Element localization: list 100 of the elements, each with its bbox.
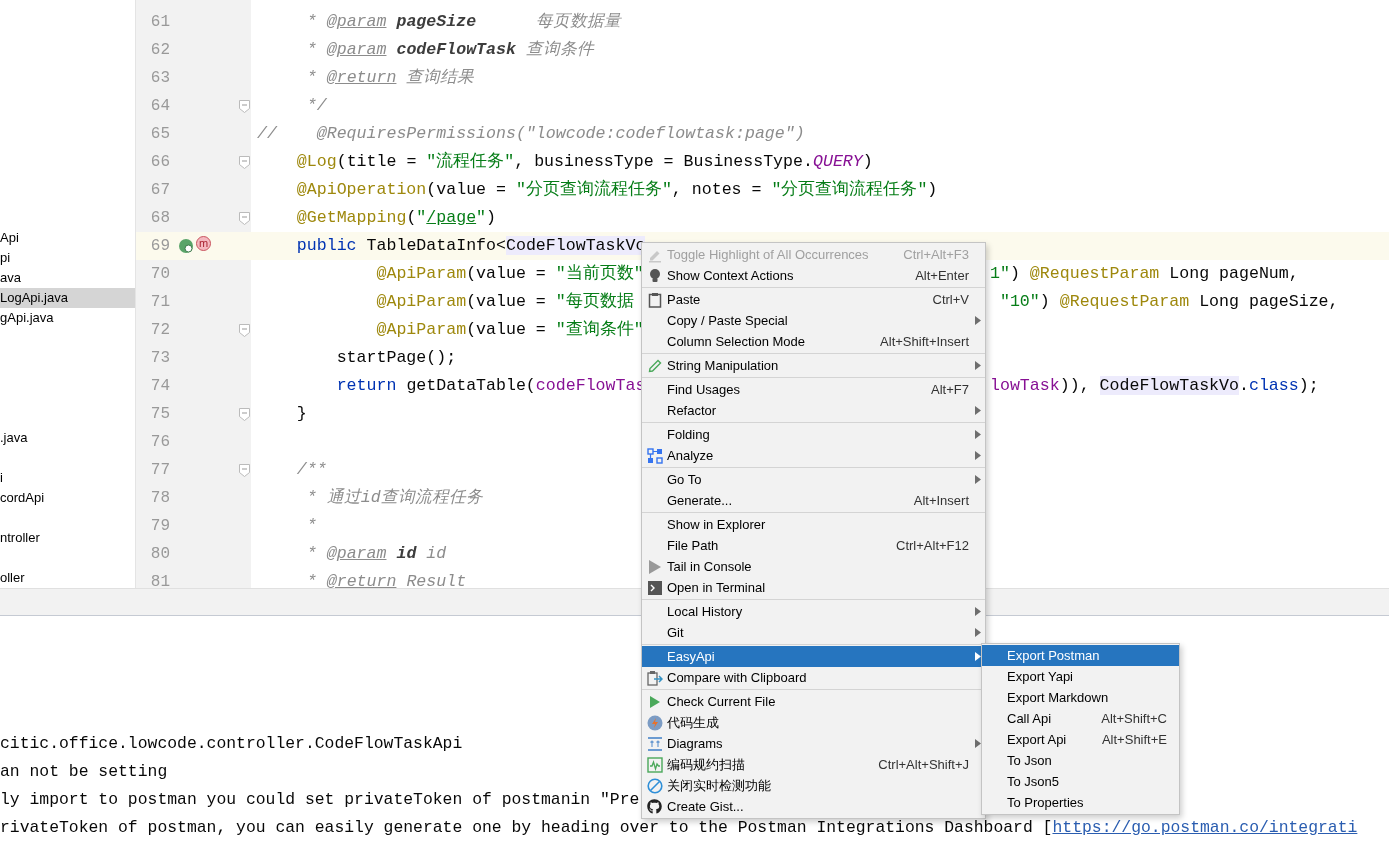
code-line: lowTask)), CodeFlowTaskVo.class); bbox=[990, 375, 1319, 397]
fold-icon[interactable] bbox=[239, 323, 250, 337]
menu-item[interactable]: Git bbox=[642, 622, 985, 643]
console-line: ly import to postman you could set privateToken of postmanin "Pre bbox=[0, 790, 640, 809]
fold-icon[interactable] bbox=[239, 463, 250, 477]
menu-item[interactable]: Export Yapi bbox=[982, 666, 1179, 687]
line-number: 69 bbox=[149, 236, 170, 257]
console-line: rivateToken of postman, you can easily generate one by heading over to the Postman Integrations Dashboard [https://go.postman.co/integrati bbox=[0, 818, 1358, 837]
menu-item[interactable]: Export Markdown bbox=[982, 687, 1179, 708]
menu-item[interactable]: Copy / Paste Special bbox=[642, 310, 985, 331]
caret-icon bbox=[975, 316, 981, 325]
console-line: an not be setting bbox=[0, 762, 168, 781]
menu-item[interactable]: Show in Explorer bbox=[642, 514, 985, 535]
caret-icon bbox=[975, 361, 981, 370]
file-tree-item[interactable]: Api bbox=[0, 228, 135, 248]
shortcut-label: Ctrl+Alt+F12 bbox=[896, 538, 969, 553]
code-line: "10") @RequestParam Long pageSize, bbox=[998, 291, 1339, 313]
code-line: startPage(); bbox=[335, 347, 457, 369]
menu-item[interactable]: Open in Terminal bbox=[642, 577, 985, 598]
code-line: * 通过id查询流程任务 bbox=[305, 487, 483, 509]
menu-item[interactable]: Go To bbox=[642, 469, 985, 490]
code-line: @ApiParam(value = "当前页数" bbox=[375, 263, 644, 285]
menu-item[interactable]: 关闭实时检测功能 bbox=[642, 775, 985, 796]
shortcut-label: Ctrl+V bbox=[932, 292, 969, 307]
implementation-icon[interactable] bbox=[178, 238, 194, 254]
menu-item[interactable]: File Path Ctrl+Alt+F12 bbox=[642, 535, 985, 556]
file-tree-item[interactable]: i bbox=[0, 468, 135, 488]
line-number: 72 bbox=[149, 320, 170, 341]
squares-icon bbox=[646, 447, 663, 464]
menu-item[interactable]: To Json5 bbox=[982, 771, 1179, 792]
menu-item[interactable]: Folding bbox=[642, 424, 985, 445]
line-number: 68 bbox=[149, 208, 170, 229]
file-tree-item[interactable]: ava bbox=[0, 268, 135, 288]
line-number: 79 bbox=[149, 516, 170, 537]
menu-item[interactable]: Paste Ctrl+V bbox=[642, 289, 985, 310]
code-line: * @return 查询结果 bbox=[305, 67, 475, 89]
play-icon bbox=[647, 558, 662, 575]
line-number: 80 bbox=[149, 544, 170, 565]
menu-item[interactable]: Call Api Alt+Shift+C bbox=[982, 708, 1179, 729]
line-number: 78 bbox=[149, 488, 170, 509]
menu-item[interactable]: Local History bbox=[642, 601, 985, 622]
file-tree-item[interactable]: oller bbox=[0, 568, 135, 588]
menu-item[interactable]: Create Gist... bbox=[642, 796, 985, 817]
line-number: 71 bbox=[149, 292, 170, 313]
menu-item[interactable]: Export Api Alt+Shift+E bbox=[982, 729, 1179, 750]
line-number: 76 bbox=[149, 432, 170, 453]
code-line: * @param id id bbox=[305, 543, 447, 565]
line-number: 66 bbox=[149, 152, 170, 173]
line-number: 81 bbox=[149, 572, 170, 588]
code-line: @ApiOperation(value = "分页查询流程任务", notes = "分页查询流程任务") bbox=[295, 178, 938, 201]
compare-icon bbox=[646, 669, 663, 686]
terminal-icon bbox=[647, 580, 662, 595]
fold-icon[interactable] bbox=[239, 155, 250, 169]
menu-item[interactable]: String Manipulation bbox=[642, 355, 985, 376]
line-number: 77 bbox=[149, 460, 170, 481]
shortcut-label: Alt+Enter bbox=[915, 268, 969, 283]
caret-icon bbox=[975, 607, 981, 616]
menu-item[interactable]: Show Context Actions Alt+Enter bbox=[642, 265, 985, 286]
shortcut-label: Alt+Shift+Insert bbox=[880, 334, 969, 349]
method-badge[interactable]: m bbox=[196, 235, 211, 251]
file-tree-item[interactable]: pi bbox=[0, 248, 135, 268]
menu-item[interactable]: Generate... Alt+Insert bbox=[642, 490, 985, 511]
line-number: 74 bbox=[149, 376, 170, 397]
file-tree-item[interactable]: cordApi bbox=[0, 488, 135, 508]
code-line: // @RequiresPermissions("lowcode:codeflowtask:page") bbox=[257, 123, 805, 145]
pulse-icon bbox=[646, 756, 663, 773]
line-number: 63 bbox=[149, 68, 170, 89]
caret-icon bbox=[975, 451, 981, 460]
file-tree-item[interactable]: .java bbox=[0, 428, 135, 448]
file-tree-item[interactable]: gApi.java bbox=[0, 308, 135, 328]
code-line: @ApiParam(value = "查询条件" bbox=[375, 319, 644, 341]
menu-item[interactable]: Tail in Console bbox=[642, 556, 985, 577]
menu-item[interactable]: Compare with Clipboard bbox=[642, 667, 985, 688]
menu-item[interactable]: To Properties bbox=[982, 792, 1179, 813]
bolt-icon bbox=[646, 714, 663, 731]
clipboard-icon bbox=[647, 291, 662, 308]
code-line: @Log(title = "流程任务", businessType = BusinessType.QUERY) bbox=[295, 150, 873, 173]
fold-icon[interactable] bbox=[239, 211, 250, 225]
forbidden-icon bbox=[646, 777, 663, 794]
menu-item[interactable]: 编码规约扫描 Ctrl+Alt+Shift+J bbox=[642, 754, 985, 775]
menu-item[interactable]: Refactor bbox=[642, 400, 985, 421]
fold-icon[interactable] bbox=[239, 407, 250, 421]
caret-icon bbox=[975, 628, 981, 637]
github-icon bbox=[647, 799, 662, 814]
file-tree-item[interactable]: ntroller bbox=[0, 528, 135, 548]
code-line: * @param pageSize 每页数据量 bbox=[305, 11, 621, 33]
menu-item[interactable]: Diagrams bbox=[642, 733, 985, 754]
menu-item[interactable]: Check Current File bbox=[642, 691, 985, 712]
menu-item[interactable]: To Json bbox=[982, 750, 1179, 771]
menu-item[interactable]: 代码生成 bbox=[642, 712, 985, 733]
menu-item[interactable]: Analyze bbox=[642, 445, 985, 466]
link[interactable]: https://go.postman.co/integrati bbox=[1052, 818, 1358, 837]
menu-item[interactable]: Export Postman bbox=[982, 645, 1179, 666]
lightbulb-icon bbox=[648, 267, 661, 284]
file-tree-item[interactable]: LogApi.java bbox=[0, 288, 135, 308]
code-line: /** bbox=[295, 459, 327, 481]
fold-icon[interactable] bbox=[239, 99, 250, 113]
menu-item[interactable]: Column Selection Mode Alt+Shift+Insert bbox=[642, 331, 985, 352]
code-line: @GetMapping("/page") bbox=[295, 207, 497, 229]
pencil-icon bbox=[646, 357, 663, 374]
